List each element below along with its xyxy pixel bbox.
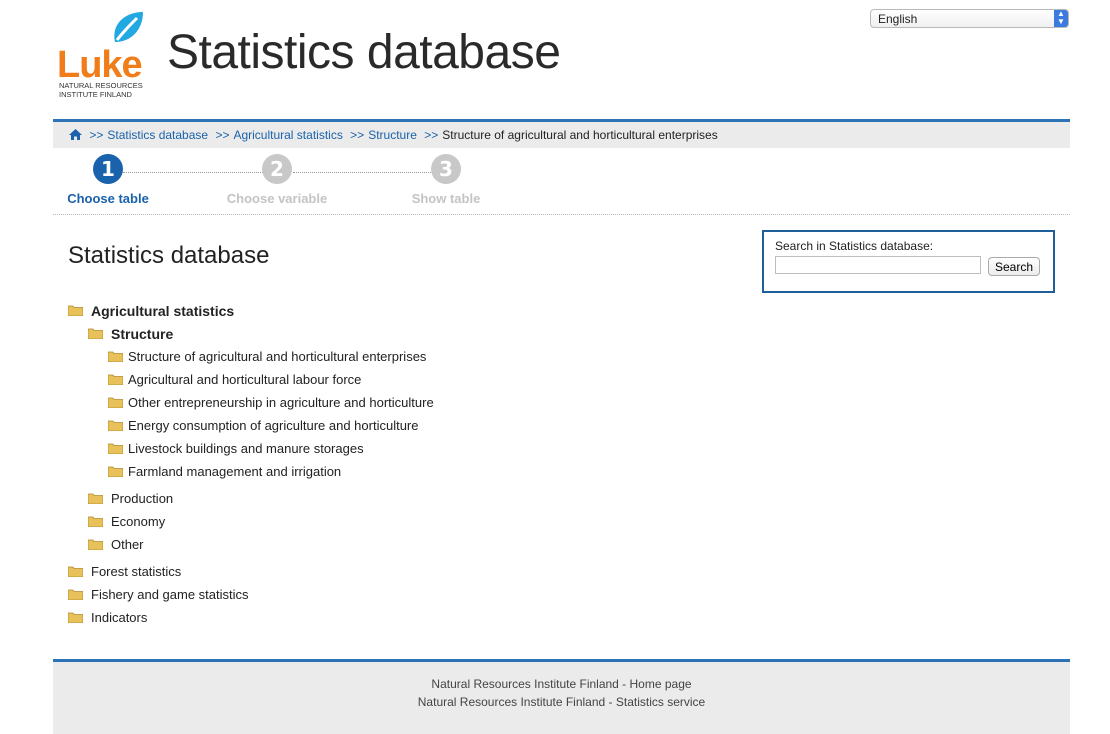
tree-item-label: Other [111,537,144,552]
search-input[interactable] [775,256,981,274]
search-button[interactable]: Search [988,257,1040,276]
page-title: Statistics database [68,242,270,269]
folder-icon [108,466,123,477]
tree-item-label: Livestock buildings and manure storages [128,441,364,456]
breadcrumb-separator: >> [89,128,104,142]
footer-statistics-service-link[interactable]: Natural Resources Institute Finland - St… [53,693,1070,711]
tree-item-label: Farmland management and irrigation [128,464,342,479]
step-number: 1 [93,154,123,184]
folder-icon [108,443,123,454]
tree-item-label: Fishery and game statistics [91,587,249,602]
breadcrumb-link-statistics-database[interactable]: Statistics database [107,128,208,142]
step-label: Show table [411,191,481,206]
step-choose-table[interactable]: 1 Choose table [48,154,168,206]
home-icon[interactable] [69,129,82,140]
folder-icon [68,305,83,316]
logo-subtitle-line2: INSTITUTE FINLAND [59,90,132,99]
tree-item-label: Production [111,491,174,506]
luke-logo[interactable]: Luke NATURAL RESOURCES INSTITUTE FINLAND [57,10,152,100]
step-show-table: 3 Show table [386,154,506,206]
folder-icon [108,397,123,408]
footer: Natural Resources Institute Finland - Ho… [53,659,1070,734]
site-title: Statistics database [167,26,561,79]
step-label: Choose variable [226,191,328,206]
step-indicator: 1 Choose table 2 Choose variable 3 Show … [53,154,1070,215]
search-label: Search in Statistics database: [775,239,934,253]
folder-icon [108,420,123,431]
breadcrumb-current: Structure of agricultural and horticultu… [442,128,718,142]
language-value: English [878,12,918,26]
logo-subtitle: NATURAL RESOURCES INSTITUTE FINLAND [59,81,149,99]
breadcrumb-link-agricultural-statistics[interactable]: Agricultural statistics [233,128,342,142]
folder-icon [68,612,83,623]
tree-item-label: Other entrepreneurship in agriculture an… [128,395,434,410]
folder-icon [68,589,83,600]
breadcrumb: >> Statistics database >> Agricultural sta… [53,119,1070,148]
step-label: Choose table [67,191,149,206]
tree-item-label: Economy [111,514,166,529]
folder-icon [88,493,103,504]
tree-item-label: Agricultural statistics [91,303,235,319]
chevron-updown-icon: ▲ ▼ [1054,10,1068,27]
breadcrumb-link-structure[interactable]: Structure [368,128,417,142]
breadcrumb-separator: >> [215,128,230,142]
tree-item-label: Structure of agricultural and horticultu… [128,349,427,364]
folder-icon [108,351,123,362]
folder-icon [88,328,103,339]
tree-item-label: Agricultural and horticultural labour fo… [128,372,362,387]
logo-subtitle-line1: NATURAL RESOURCES [59,81,143,90]
footer-home-link[interactable]: Natural Resources Institute Finland - Ho… [53,675,1070,693]
breadcrumb-separator: >> [424,128,439,142]
step-number: 3 [431,154,461,184]
step-number: 2 [262,154,292,184]
folder-icon [108,374,123,385]
tree-item-label: Structure [111,326,174,342]
step-choose-variable: 2 Choose variable [217,154,337,206]
tree-item-label: Energy consumption of agriculture and ho… [128,418,419,433]
tree-item-label: Forest statistics [91,564,182,579]
language-select[interactable]: English ▲ ▼ [870,9,1069,28]
folder-icon [88,539,103,550]
tree-item-label: Indicators [91,610,148,625]
folder-icon [68,566,83,577]
folder-icon [88,516,103,527]
leaf-icon [114,12,143,42]
breadcrumb-separator: >> [350,128,365,142]
search-panel: Search in Statistics database: Search [762,230,1055,293]
